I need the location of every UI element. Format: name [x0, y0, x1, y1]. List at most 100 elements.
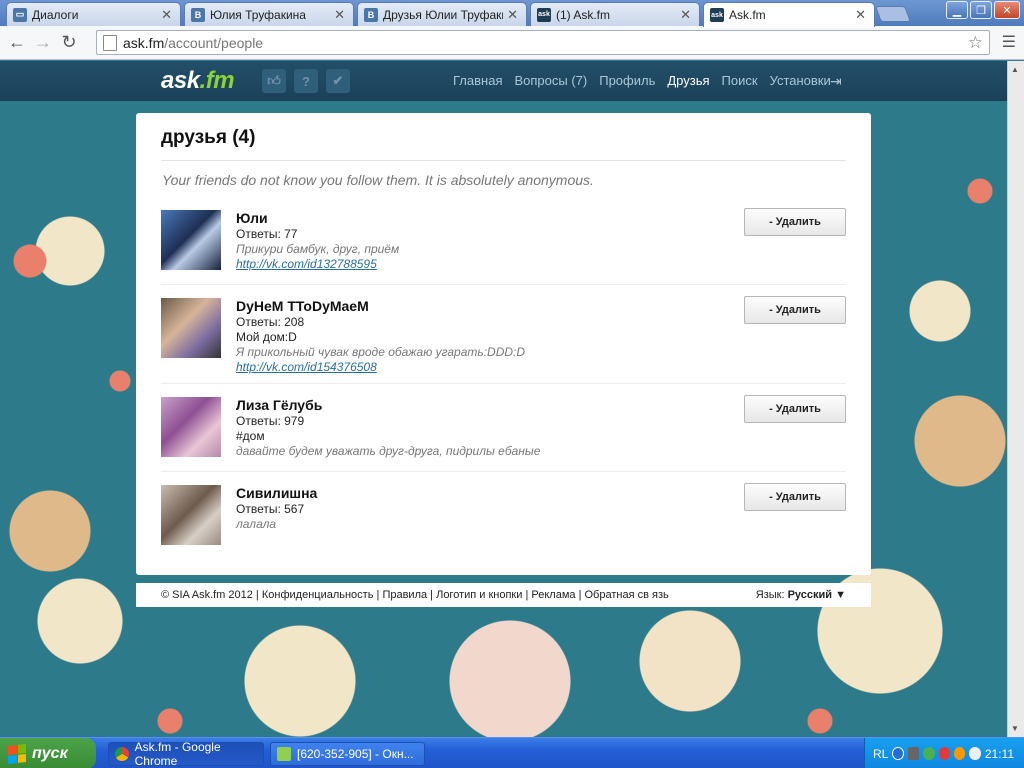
- row-divider: [161, 471, 846, 472]
- close-window-icon[interactable]: ✕: [994, 1, 1020, 19]
- avatar[interactable]: [161, 298, 221, 358]
- nav-profile[interactable]: Профиль: [599, 73, 655, 88]
- friend-link[interactable]: http://vk.com/id154376508: [236, 360, 525, 374]
- remove-friend-button[interactable]: - Удалить: [744, 208, 846, 236]
- back-arrow-tray-icon[interactable]: [892, 747, 904, 760]
- browser-tab-askfm-active[interactable]: ask Ask.fm ✕: [703, 2, 875, 27]
- browser-tab-dialogs[interactable]: ▭ Диалоги ✕: [6, 2, 181, 26]
- browser-tab-askfm-1[interactable]: ask (1) Ask.fm ✕: [530, 2, 700, 26]
- scroll-up-icon[interactable]: ▲: [1011, 65, 1019, 74]
- back-icon[interactable]: ←: [4, 30, 30, 56]
- wrench-menu-icon[interactable]: ☰: [1002, 32, 1016, 52]
- answer-icon[interactable]: ✔: [326, 69, 350, 93]
- site-footer: © SIA Ask.fm 2012 | Конфиденциальность |…: [136, 583, 871, 607]
- row-divider: [161, 383, 846, 384]
- chrome-icon: [115, 747, 129, 761]
- question-icon[interactable]: ?: [294, 69, 318, 93]
- nav-home[interactable]: Главная: [453, 73, 502, 88]
- browser-tab-yulia[interactable]: B Юлия Труфакина ✕: [184, 2, 354, 26]
- remove-friend-button[interactable]: - Удалить: [744, 483, 846, 511]
- footer-separator: |: [252, 589, 262, 601]
- footer-separator: |: [427, 589, 437, 601]
- friend-name[interactable]: Юли: [236, 210, 399, 226]
- page-viewport: ask.fm 👍︎ ? ✔ Главная Вопросы (7) Профил…: [0, 61, 1007, 737]
- friend-row: Сивилишна Ответы: 567 лалала - Удалить: [161, 483, 846, 547]
- close-tab-icon[interactable]: ✕: [507, 7, 518, 23]
- vertical-scrollbar[interactable]: ▲ ▼: [1007, 61, 1024, 737]
- av-icon[interactable]: [923, 747, 935, 760]
- taskbar-item-remote[interactable]: [620-352-905] - Окн...: [270, 742, 425, 766]
- task-label: [620-352-905] - Окн...: [297, 747, 414, 761]
- address-path: /account/people: [164, 34, 264, 51]
- window-icon: [277, 747, 291, 761]
- friend-status: давайте будем уважать друг-друга, пидрил…: [236, 444, 541, 458]
- tab-title: (1) Ask.fm: [556, 7, 611, 22]
- close-tab-icon[interactable]: ✕: [680, 7, 691, 23]
- friend-name[interactable]: Сивилишна: [236, 485, 317, 501]
- reload-icon[interactable]: ↻: [56, 30, 82, 56]
- network-icon[interactable]: [907, 747, 920, 760]
- nav-settings[interactable]: Установки: [770, 73, 831, 88]
- vk-icon: B: [364, 7, 378, 22]
- remove-friend-button[interactable]: - Удалить: [744, 296, 846, 324]
- close-tab-icon[interactable]: ✕: [855, 7, 866, 23]
- page-title: друзья (4): [161, 127, 256, 148]
- friend-link[interactable]: http://vk.com/id132788595: [236, 257, 399, 271]
- logo-main: ask: [161, 67, 200, 94]
- friend-row: DyHeM TToDyMaeM Ответы: 208 Мой дом:D Я …: [161, 296, 846, 374]
- nav-friends[interactable]: Друзья: [667, 73, 709, 88]
- bookmark-star-icon[interactable]: ☆: [968, 33, 983, 53]
- footer-link-rules[interactable]: Правила: [382, 589, 427, 601]
- browser-tab-friends[interactable]: B Друзья Юлии Труфакин ✕: [357, 2, 527, 26]
- footer-link-privacy[interactable]: Конфиденциальность: [262, 589, 374, 601]
- security-icon[interactable]: [954, 747, 966, 760]
- friend-name[interactable]: Лиза Гёлубь: [236, 397, 540, 413]
- like-icon[interactable]: 👍︎: [262, 69, 286, 93]
- taskbar-item-chrome[interactable]: Ask.fm - Google Chrome: [108, 740, 264, 768]
- friend-status: лалала: [236, 517, 277, 531]
- tab-title: Юлия Труфакина: [210, 7, 306, 22]
- footer-link-ads[interactable]: Реклама: [531, 589, 575, 601]
- scroll-down-icon[interactable]: ▼: [1011, 724, 1019, 733]
- anonymous-note: Your friends do not know you follow them…: [162, 172, 594, 188]
- start-button[interactable]: пуск: [0, 738, 96, 768]
- system-tray: RL 21:11: [864, 738, 1024, 768]
- friend-extra: Мой дом:D: [236, 330, 297, 344]
- opera-tray-icon[interactable]: [938, 747, 951, 760]
- address-bar[interactable]: ask.fm/account/people ☆: [96, 30, 990, 55]
- friend-answers: Ответы: 208: [236, 315, 305, 329]
- new-tab-button[interactable]: [875, 6, 911, 22]
- restore-icon[interactable]: ❐: [970, 1, 992, 19]
- footer-link-feedback[interactable]: Обратная св язь: [585, 589, 669, 601]
- avatar[interactable]: [161, 485, 221, 545]
- avatar[interactable]: [161, 210, 221, 270]
- keyboard-layout[interactable]: RL: [873, 747, 888, 761]
- logout-icon[interactable]: ⇥: [830, 73, 846, 89]
- language-selector[interactable]: Язык: Русский ▼: [756, 589, 846, 601]
- chevron-down-icon: ▼: [835, 589, 846, 601]
- vk-dialog-icon: ▭: [13, 7, 27, 22]
- window-controls: ▁ ❐ ✕: [946, 1, 1020, 19]
- clock: 21:11: [984, 746, 1014, 761]
- nav-search[interactable]: Поиск: [722, 73, 758, 88]
- task-label: Ask.fm - Google Chrome: [134, 740, 221, 768]
- forward-icon[interactable]: →: [30, 30, 56, 56]
- footer-separator: |: [522, 589, 532, 601]
- friend-info: Лиза Гёлубь Ответы: 979 #дом давайте буд…: [236, 397, 540, 458]
- avatar[interactable]: [161, 397, 221, 457]
- askfm-icon: ask: [537, 7, 551, 22]
- friend-name[interactable]: DyHeM TToDyMaeM: [236, 298, 525, 314]
- nav-questions[interactable]: Вопросы (7): [514, 73, 587, 88]
- close-tab-icon[interactable]: ✕: [161, 7, 172, 23]
- friend-info: DyHeM TToDyMaeM Ответы: 208 Мой дом:D Я …: [236, 298, 525, 374]
- footer-link-logos[interactable]: Логотип и кнопки: [436, 589, 522, 601]
- minimize-icon[interactable]: ▁: [946, 1, 968, 19]
- page-icon: [103, 34, 117, 51]
- askfm-logo[interactable]: ask.fm: [161, 67, 235, 95]
- top-nav: Главная Вопросы (7) Профиль Друзья Поиск…: [453, 73, 831, 88]
- friend-status: Прикури бамбук, друг, приём: [236, 242, 400, 256]
- volume-icon[interactable]: [969, 747, 981, 760]
- close-tab-icon[interactable]: ✕: [334, 7, 345, 23]
- remove-friend-button[interactable]: - Удалить: [744, 395, 846, 423]
- browser-toolbar: ← → ↻ ask.fm/account/people ☆ ☰: [0, 26, 1024, 60]
